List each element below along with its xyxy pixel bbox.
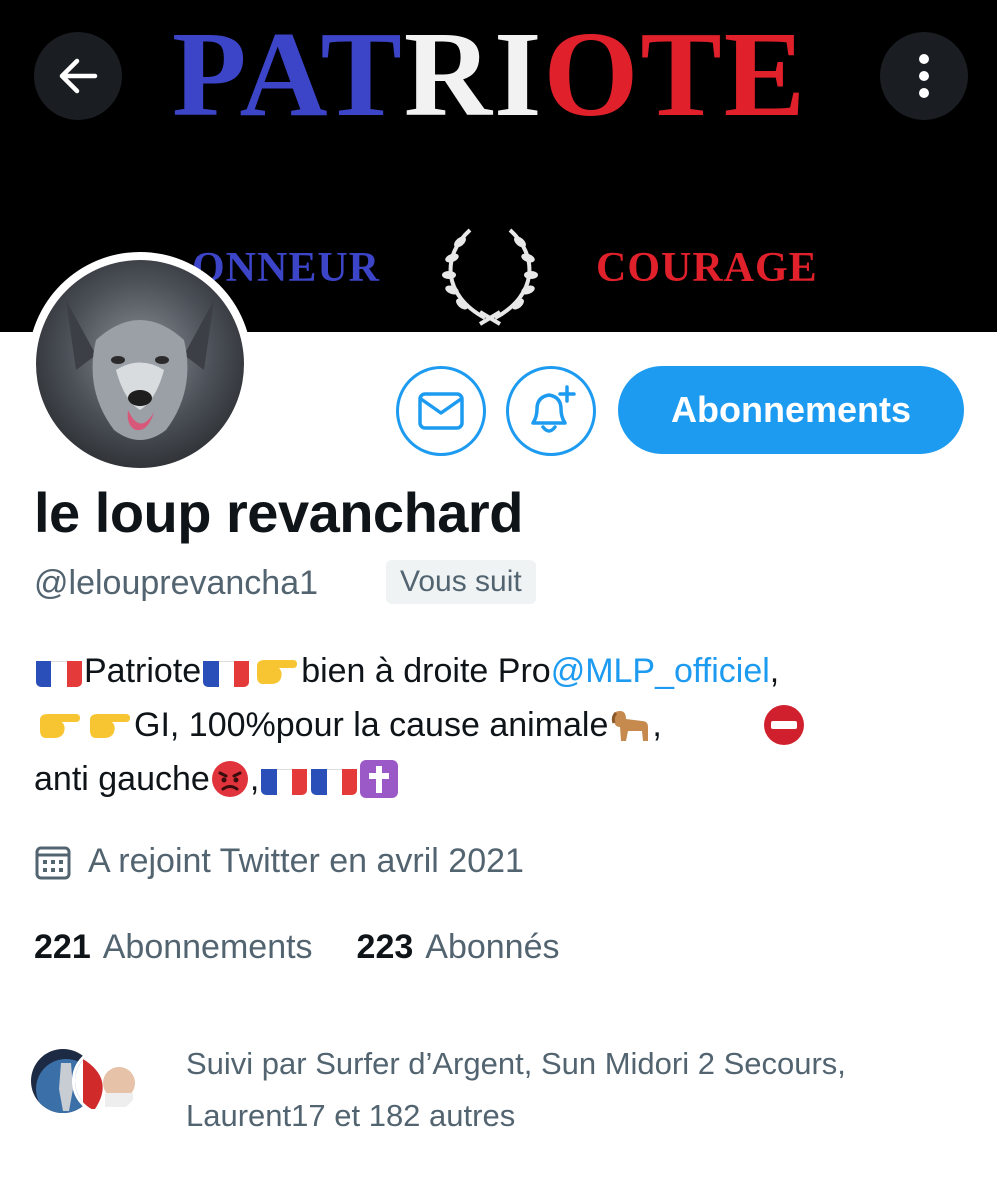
followed-by-text[interactable]: Suivi par Surfer d’Argent, Sun Midori 2 … <box>186 1038 976 1142</box>
bio-text-4: GI, 100%pour la cause animale <box>134 706 609 744</box>
followers-label: Abonnés <box>425 928 560 966</box>
bio-text-6: anti gauche <box>34 760 210 798</box>
profile-bio: Patriote bien à droite Pro @MLP_officiel… <box>34 644 974 806</box>
followed-by-section[interactable] <box>28 1036 176 1120</box>
banner-word-courage: COURAGE <box>596 245 818 291</box>
bio-text-5: , <box>652 706 662 744</box>
bio-text-7: , <box>249 760 260 798</box>
bio-text-2: bien à droite Pro <box>301 652 551 690</box>
wolf-avatar-image <box>36 260 244 468</box>
following-stat[interactable]: 221 Abonnements <box>34 928 313 967</box>
dog-icon <box>612 711 649 741</box>
more-options-button[interactable] <box>880 32 968 120</box>
latin-cross-icon <box>360 760 399 798</box>
following-count: 221 <box>34 928 91 966</box>
laurel-wreath-icon <box>442 228 538 326</box>
angry-face-icon <box>211 761 248 797</box>
france-flag-icon <box>311 763 358 795</box>
username-handle: @lelouprevancha1 <box>34 564 319 602</box>
message-button[interactable] <box>396 366 486 456</box>
banner-title: PATRIOTE <box>172 7 808 142</box>
more-vertical-icon <box>919 54 929 98</box>
bell-plus-icon <box>531 385 576 433</box>
follower-avatar <box>72 1046 142 1116</box>
envelope-icon <box>418 392 464 430</box>
bio-text-1: Patriote <box>84 652 202 690</box>
calendar-icon <box>35 846 71 879</box>
france-flag-icon <box>261 763 308 795</box>
arrow-left-icon <box>59 58 98 94</box>
followers-stat[interactable]: 223 Abonnés <box>357 928 560 967</box>
follows-you-badge: Vous suit <box>386 560 536 604</box>
followers-count: 223 <box>356 928 414 966</box>
join-date: A rejoint Twitter en avril 2021 <box>34 842 524 881</box>
pointing-right-icon <box>40 714 80 738</box>
bio-text-3: , <box>769 652 780 690</box>
pointing-right-icon <box>90 714 130 738</box>
follow-stats: 221 Abonnements 223 Abonnés <box>34 928 604 967</box>
bio-mention-link[interactable]: @MLP_officiel <box>551 644 770 698</box>
profile-avatar[interactable] <box>28 252 252 476</box>
france-flag-icon <box>203 655 250 687</box>
following-button[interactable]: Abonnements <box>618 366 964 454</box>
banner-word-honneur: ONNEUR <box>192 245 381 291</box>
france-flag-icon <box>36 655 82 687</box>
back-button[interactable] <box>34 32 122 120</box>
notifications-button[interactable] <box>506 366 596 456</box>
following-label: Abonnements <box>102 928 313 966</box>
display-name: le loup revanchard <box>34 481 523 544</box>
pointing-right-icon <box>257 660 298 684</box>
join-date-text: A rejoint Twitter en avril 2021 <box>88 842 524 880</box>
no-entry-icon <box>763 705 804 745</box>
